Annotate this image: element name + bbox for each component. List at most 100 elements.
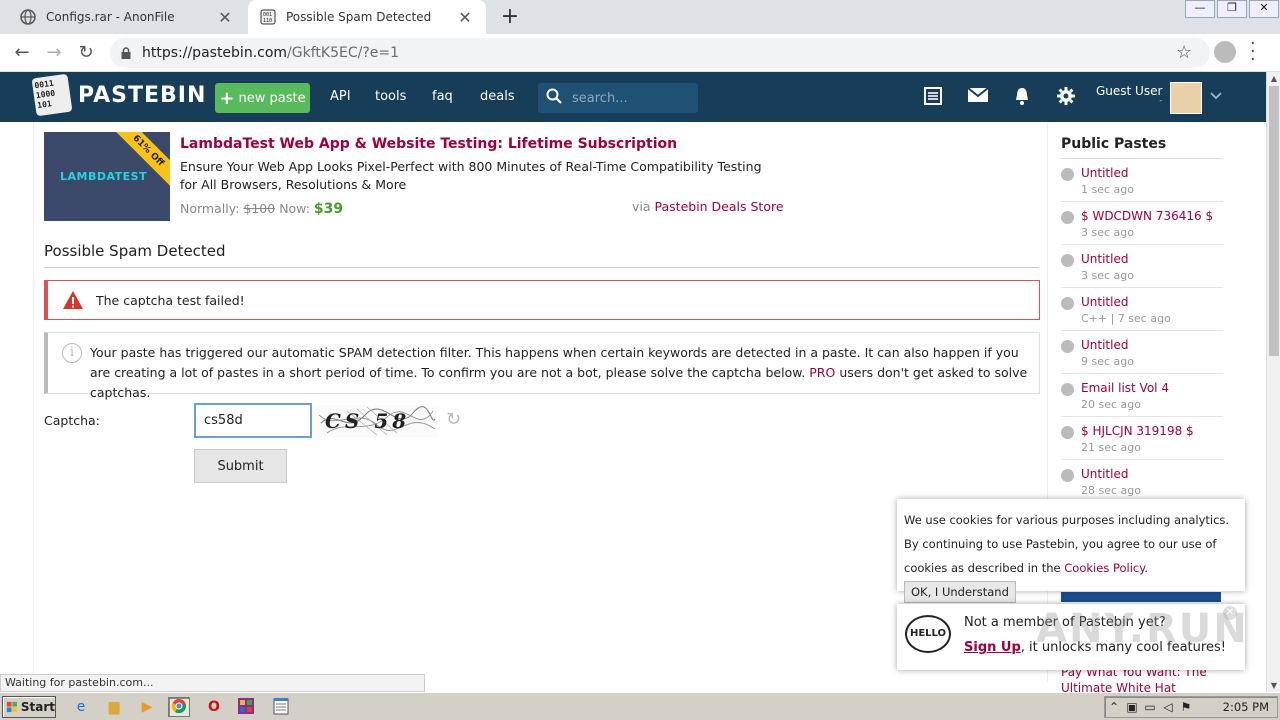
tray-expand-icon[interactable]: ⌃ xyxy=(1105,700,1123,714)
guest-user-label[interactable]: Guest User - xyxy=(1096,84,1163,106)
paste-name[interactable]: Untitled xyxy=(1081,338,1223,352)
tab-spam-detected[interactable]: 001 110 Possible Spam Detected ✕ xyxy=(248,0,486,34)
close-icon[interactable]: ✕ xyxy=(216,8,234,27)
archiver-icon[interactable] xyxy=(235,697,257,717)
chrome-icon[interactable] xyxy=(168,697,190,717)
nav-tools[interactable]: tools xyxy=(375,89,406,104)
folder-icon[interactable]: ▆ xyxy=(103,697,125,717)
mail-icon[interactable] xyxy=(967,86,989,108)
paste-meta: 1 sec ago xyxy=(1081,183,1134,196)
globe-icon xyxy=(1061,426,1074,439)
list-item[interactable]: Untitled 9 sec ago xyxy=(1061,331,1223,374)
submit-button[interactable]: Submit xyxy=(194,449,287,483)
spam-info-alert: i Your paste has triggered our automatic… xyxy=(44,332,1040,400)
media-player-icon[interactable]: ▶ xyxy=(136,697,158,717)
paste-name[interactable]: Untitled xyxy=(1081,467,1223,481)
captcha-image: CS 58 D4 xyxy=(317,405,437,437)
list-item[interactable]: Untitled 28 sec ago xyxy=(1061,460,1223,503)
clock: 2:05 PM xyxy=(1222,700,1269,714)
nav-faq[interactable]: faq xyxy=(432,89,453,104)
minimize-button[interactable]: — xyxy=(1185,0,1215,18)
paste-meta: 21 sec ago xyxy=(1081,441,1141,454)
close-icon[interactable]: ✕ xyxy=(456,8,474,27)
bell-icon[interactable] xyxy=(1011,86,1033,108)
list-item[interactable]: $ WDCDWN 736416 $ 3 sec ago xyxy=(1061,202,1223,245)
list-item[interactable]: Untitled C++ | 7 sec ago xyxy=(1061,288,1223,331)
list-item[interactable]: $ HJLCJN 319198 $ 21 sec ago xyxy=(1061,417,1223,460)
nav-api[interactable]: API xyxy=(330,89,351,104)
avatar[interactable] xyxy=(1170,82,1202,114)
gear-icon[interactable] xyxy=(1055,86,1077,108)
notepad-icon[interactable] xyxy=(270,697,292,717)
lock-icon xyxy=(121,47,131,59)
ad-description: Ensure Your Web App Looks Pixel-Perfect … xyxy=(180,159,762,192)
profile-avatar-icon[interactable] xyxy=(1214,41,1236,63)
volume-icon[interactable]: ◁ xyxy=(1159,700,1177,714)
start-button[interactable]: Start xyxy=(2,696,56,718)
ad-image[interactable]: 61% Off LAMBDATEST xyxy=(44,132,170,221)
menu-dots-icon[interactable]: · · · xyxy=(1250,35,1256,69)
paste-meta: 3 sec ago xyxy=(1081,269,1134,282)
search-input[interactable]: search... xyxy=(538,83,698,113)
paste-name[interactable]: $ WDCDWN 736416 $ xyxy=(1081,209,1223,223)
pro-link[interactable]: PRO xyxy=(809,365,835,380)
captcha-input[interactable] xyxy=(194,403,312,438)
ad-title-link[interactable]: LambdaTest Web App & Website Testing: Li… xyxy=(180,136,677,152)
refresh-captcha-icon[interactable]: ↻ xyxy=(446,409,461,430)
warning-icon xyxy=(63,291,83,309)
list-item[interactable]: Untitled 3 sec ago xyxy=(1061,245,1223,288)
list-item[interactable]: Email list Vol 4 20 sec ago xyxy=(1061,374,1223,417)
flag-icon[interactable]: ⚑ xyxy=(1177,700,1195,714)
scroll-down-icon[interactable]: ▼ xyxy=(1267,681,1280,690)
chevron-down-icon[interactable] xyxy=(1210,89,1222,103)
sidebar-ad-image[interactable] xyxy=(1061,592,1221,602)
deals-store-link[interactable]: Pastebin Deals Store xyxy=(655,199,784,214)
pastebin-logo[interactable]: 0011 1000 101 PASTEBIN xyxy=(31,73,206,117)
windows-flag-icon xyxy=(6,701,18,713)
display-icon[interactable]: ▭ xyxy=(1141,700,1159,714)
ad-via: via Pastebin Deals Store xyxy=(632,199,784,214)
paste-name[interactable]: $ HJLCJN 319198 $ xyxy=(1081,424,1223,438)
list-item[interactable]: Untitled 1 sec ago xyxy=(1061,159,1223,202)
user-sub: - xyxy=(1159,96,1163,106)
browser-tab-strip: Configs.rar - AnonFile ✕ 001 110 Possible… xyxy=(0,0,1280,34)
paste-name[interactable]: Email list Vol 4 xyxy=(1081,381,1223,395)
new-tab-button[interactable]: + xyxy=(496,4,524,30)
paste-name[interactable]: Untitled xyxy=(1081,166,1223,180)
maximize-button[interactable]: ❐ xyxy=(1217,0,1247,18)
window-controls: — ❐ ✕ xyxy=(1184,0,1280,18)
sign-up-link[interactable]: Sign Up xyxy=(964,640,1021,655)
globe-icon xyxy=(20,9,36,25)
cookie-accept-button[interactable]: OK, I Understand xyxy=(904,581,1016,603)
new-paste-label: new paste xyxy=(238,90,306,106)
paste-meta: 9 sec ago xyxy=(1081,355,1134,368)
scroll-up-icon[interactable]: ▲ xyxy=(1267,74,1280,83)
opera-icon[interactable]: O xyxy=(203,697,225,717)
reload-icon[interactable]: ↻ xyxy=(74,41,98,65)
paste-name[interactable]: Untitled xyxy=(1081,252,1223,266)
plus-icon: + xyxy=(219,87,235,109)
ad-brand-logo: LAMBDATEST xyxy=(60,170,148,183)
bookmark-star-icon[interactable]: ☆ xyxy=(1176,42,1192,63)
captcha-text: CS 58 D4 xyxy=(325,409,411,437)
scrollbar-thumb[interactable] xyxy=(1269,86,1279,356)
page-scrollbar[interactable]: ▲ ▼ xyxy=(1266,72,1280,692)
watermark: ANY.RUN xyxy=(1036,606,1249,652)
new-paste-button[interactable]: + new paste xyxy=(215,83,310,113)
network-icon[interactable]: ▣ xyxy=(1123,700,1141,714)
hello-bubble-icon: HELLO xyxy=(905,615,951,653)
url-path: /GkftK5EC/?e=1 xyxy=(287,45,399,61)
list-icon[interactable] xyxy=(922,86,944,108)
windows-taskbar: Start e ▆ ▶ O ⌃ ▣ ▭ ◁ ⚑ 2:05 PM xyxy=(0,692,1280,720)
paste-meta: 20 sec ago xyxy=(1081,398,1141,411)
forward-arrow-icon[interactable]: → xyxy=(42,41,66,65)
back-arrow-icon[interactable]: ← xyxy=(10,41,34,65)
tab-anonfile[interactable]: Configs.rar - AnonFile ✕ xyxy=(8,0,246,34)
close-window-button[interactable]: ✕ xyxy=(1249,0,1279,18)
paste-name[interactable]: Untitled xyxy=(1081,295,1223,309)
cookies-policy-link[interactable]: Cookies Policy xyxy=(1064,561,1144,575)
ad-price: Normally: $100 Now: $39 xyxy=(180,201,343,217)
address-bar[interactable]: https://pastebin.com/GkftK5EC/?e=1 xyxy=(110,38,1210,68)
ie-icon[interactable]: e xyxy=(70,697,92,717)
nav-deals[interactable]: deals xyxy=(480,89,515,104)
